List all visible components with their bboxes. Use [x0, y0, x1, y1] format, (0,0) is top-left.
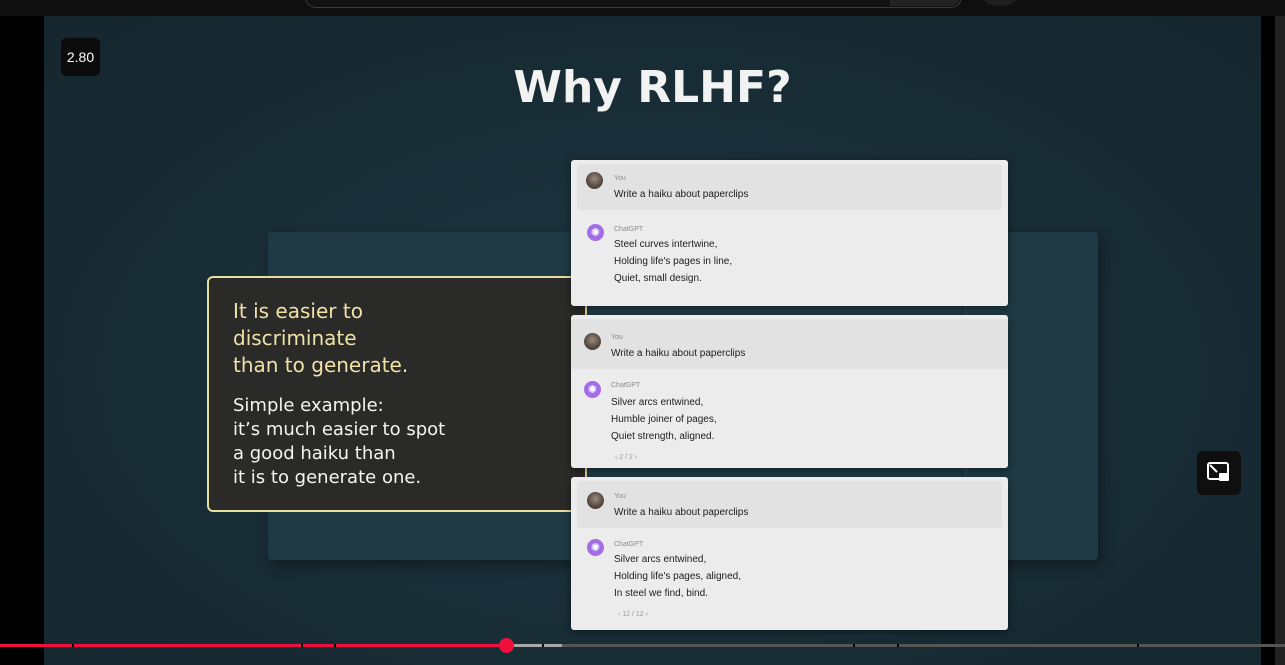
chapter-marker: [853, 644, 855, 647]
progress-played: [0, 644, 507, 647]
openai-icon: ✺: [587, 539, 604, 556]
voice-search-button[interactable]: [978, 0, 1022, 6]
user-name: You: [614, 175, 626, 182]
response-pager[interactable]: ‹ 12 / 12 ›: [618, 611, 648, 618]
response-pager[interactable]: ‹ 2 / 2 ›: [615, 454, 637, 461]
bot-name: ChatGPT: [614, 226, 644, 233]
search-input[interactable]: [305, 0, 962, 8]
chapter-marker: [301, 644, 303, 647]
player-edge: [1275, 16, 1285, 665]
chapter-marker: [897, 644, 899, 647]
chapter-marker: [1137, 644, 1139, 647]
reply-line: In steel we find, bind.: [614, 588, 708, 599]
openai-icon: ✺: [584, 381, 601, 398]
callout-box: It is easier to discriminate than to gen…: [207, 276, 587, 512]
chat-card-2: You Write a haiku about paperclips ✺ Cha…: [571, 315, 1008, 468]
chapter-marker: [334, 644, 336, 647]
reply-line: Silver arcs entwined,: [614, 554, 707, 565]
reply-line: Quiet strength, aligned.: [611, 431, 715, 442]
reply-line: Holding life's pages, aligned,: [614, 571, 741, 582]
miniplayer-button[interactable]: [1197, 451, 1241, 495]
bot-name: ChatGPT: [611, 382, 641, 389]
chat-card-3: You Write a haiku about paperclips ✺ Cha…: [571, 477, 1008, 630]
openai-icon: ✺: [587, 224, 604, 241]
callout-heading: It is easier to discriminate than to gen…: [233, 299, 409, 377]
reply-line: Silver arcs entwined,: [611, 397, 704, 408]
reply-line: Humble joiner of pages,: [611, 414, 717, 425]
slide-title: Why RLHF?: [513, 62, 792, 113]
user-name: You: [611, 334, 623, 341]
top-bar: [0, 0, 1285, 16]
search-button[interactable]: [890, 0, 960, 6]
user-prompt: Write a haiku about paperclips: [611, 348, 746, 359]
user-avatar-icon: [586, 172, 603, 189]
reply-line: Holding life's pages in line,: [614, 256, 733, 267]
chat-card-1: You Write a haiku about paperclips ✺ Cha…: [571, 160, 1008, 306]
progress-scrubber[interactable]: [499, 638, 514, 653]
user-name: You: [614, 493, 626, 500]
user-prompt: Write a haiku about paperclips: [614, 189, 749, 200]
reply-line: Quiet, small design.: [614, 273, 702, 284]
user-message-row: You Write a haiku about paperclips: [577, 481, 1002, 528]
chapter-marker: [542, 644, 544, 647]
user-avatar-icon: [584, 333, 601, 350]
miniplayer-inset: [1219, 473, 1229, 481]
callout-body: Simple example: it’s much easier to spot…: [233, 395, 446, 488]
user-avatar-icon: [587, 492, 604, 509]
user-message-row: You Write a haiku about paperclips: [571, 319, 1008, 369]
bot-name: ChatGPT: [614, 541, 644, 548]
chapter-marker: [72, 644, 74, 647]
user-prompt: Write a haiku about paperclips: [614, 507, 749, 518]
reply-line: Steel curves intertwine,: [614, 239, 718, 250]
user-message-row: You Write a haiku about paperclips: [577, 164, 1002, 210]
